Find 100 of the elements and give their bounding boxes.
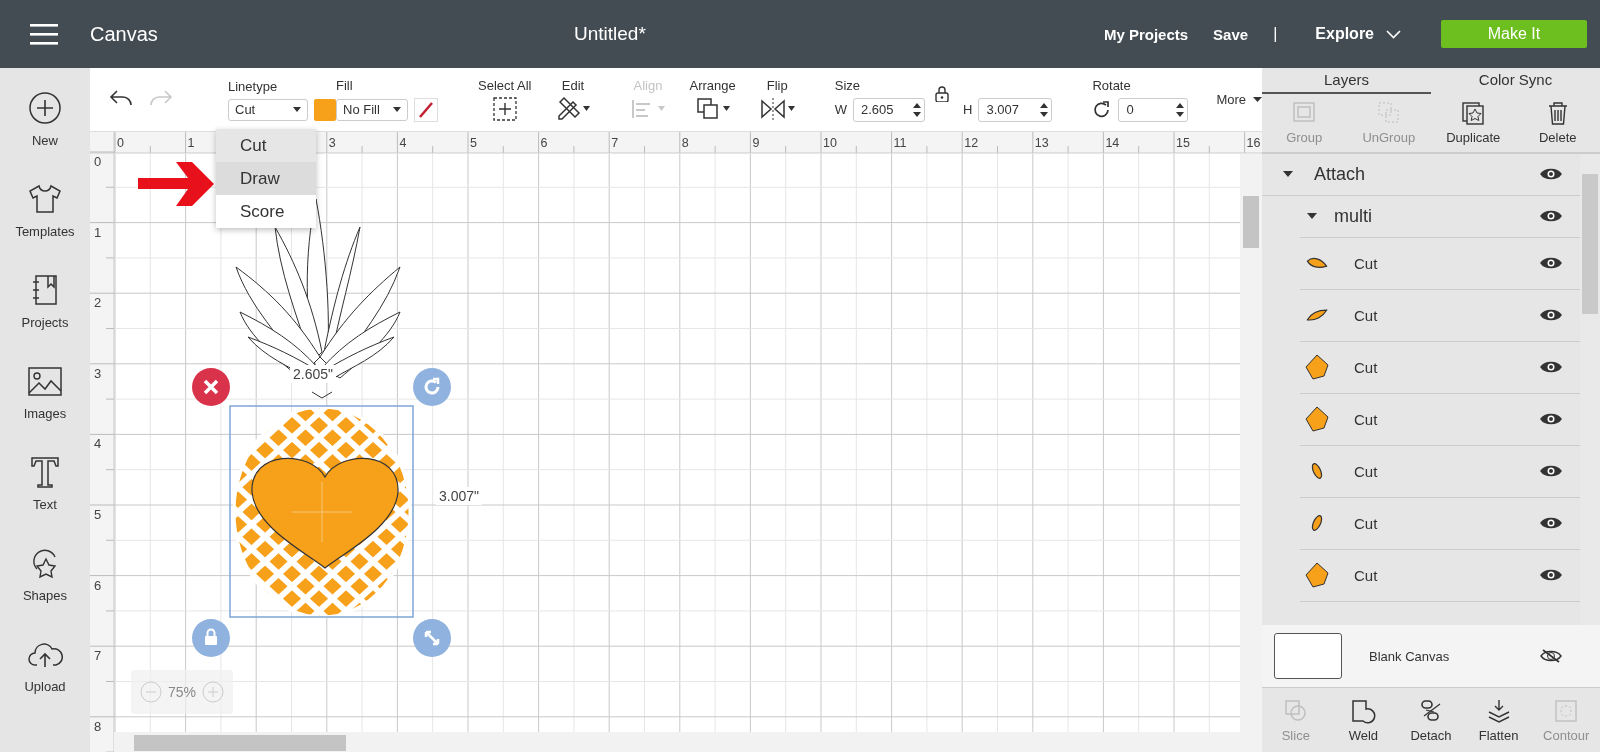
width-field[interactable]: 2.605 [853, 97, 925, 122]
flatten-button[interactable]: Flatten [1464, 688, 1533, 752]
layer-shape-icon [1304, 406, 1330, 433]
shapes-tool-button[interactable]: Shapes [0, 545, 90, 636]
ruler-number: 16 [1246, 136, 1261, 150]
caret-icon [1307, 213, 1317, 220]
ruler-number: 10 [823, 136, 837, 150]
layer-name[interactable]: Cut [1354, 358, 1540, 376]
separator: | [1273, 25, 1278, 43]
zoom-in-button[interactable] [202, 681, 224, 703]
more-menu[interactable]: More [1216, 92, 1263, 107]
vertical-scrollbar[interactable] [1240, 154, 1262, 732]
new-tool-button[interactable]: New [0, 90, 90, 181]
height-label: H [963, 102, 973, 117]
linetype-color-swatch[interactable] [314, 98, 336, 121]
ruler-number: 12 [964, 136, 979, 150]
caret-down-icon [293, 107, 301, 112]
minus-icon [140, 681, 162, 703]
ruler-number: 15 [1176, 136, 1190, 150]
plus-icon [202, 681, 224, 703]
zoom-out-button[interactable] [140, 681, 162, 703]
layer-name[interactable]: multi [1334, 205, 1540, 227]
ruler-number: 11 [893, 136, 907, 150]
caret-down-icon [1253, 97, 1263, 102]
rotate-label: Rotate [1092, 77, 1132, 93]
ruler-number: 8 [94, 718, 102, 734]
ruler-number: 9 [752, 136, 760, 150]
center-crosshair [291, 481, 353, 543]
stepper-icon [913, 102, 921, 117]
width-label: W [834, 102, 847, 117]
ruler-number: 4 [94, 436, 102, 452]
rotate-field[interactable]: 0 [1118, 97, 1189, 122]
linetype-option[interactable]: Score [216, 195, 316, 228]
text-tool-button[interactable]: Text [0, 454, 90, 545]
weld-button[interactable]: Weld [1329, 688, 1398, 752]
layer-name[interactable]: Cut [1354, 514, 1540, 532]
ruler-number: 0 [117, 136, 124, 150]
linetype-option[interactable]: Cut [216, 129, 316, 162]
dimension-caret [311, 391, 333, 399]
layer-name[interactable]: Attach [1314, 163, 1540, 185]
layer-shape-icon [1304, 562, 1330, 589]
layer-name[interactable]: Cut [1354, 410, 1540, 428]
save-link[interactable]: Save [1213, 25, 1249, 43]
delete-handle[interactable] [192, 368, 230, 406]
ruler-number: 6 [94, 577, 102, 593]
canvas-layer-name: Blank Canvas [1369, 648, 1451, 664]
delete-button[interactable]: Delete [1515, 93, 1600, 152]
explore-menu[interactable]: Explore [1315, 25, 1401, 43]
ruler-number: 1 [187, 136, 195, 150]
rotate-handle[interactable] [413, 368, 451, 406]
layer-name[interactable]: Cut [1354, 254, 1540, 272]
select-all-button[interactable]: Select All [478, 77, 532, 122]
layer-name[interactable]: Cut [1354, 462, 1540, 480]
ruler-number: 0 [94, 154, 102, 169]
detach-button[interactable]: Detach [1397, 688, 1465, 752]
projects-link[interactable]: My Projects [1103, 25, 1189, 43]
resize-handle[interactable] [413, 619, 451, 657]
flip-button[interactable]: Flip [759, 77, 795, 122]
ruler-number: 5 [94, 507, 102, 522]
linetype-option[interactable]: Draw [216, 162, 316, 195]
width-dimension: 2.605" [290, 365, 336, 383]
menu-icon [30, 23, 58, 45]
duplicate-button[interactable]: Duplicate [1431, 93, 1516, 152]
ruler-number: 7 [611, 136, 619, 150]
stepper-icon [1176, 102, 1185, 117]
ruler-number: 14 [1105, 136, 1120, 150]
height-dimension: 3.007" [436, 487, 482, 505]
slice-icon [1282, 697, 1309, 724]
arrange-button[interactable]: Arrange [689, 77, 736, 122]
linetype-select[interactable]: Cut [228, 98, 308, 121]
ruler-number: 3 [328, 136, 336, 150]
no-color-swatch-icon [414, 97, 438, 122]
horizontal-scrollbar[interactable] [114, 732, 1262, 752]
select-all-icon [491, 95, 518, 122]
projects-tool-button[interactable]: Projects [0, 272, 90, 363]
templates-tool-button[interactable]: Templates [0, 181, 90, 272]
caret-down-icon [723, 106, 731, 111]
layer-name[interactable]: Cut [1354, 306, 1540, 324]
ruler-number: 4 [399, 136, 407, 150]
duplicate-icon [1460, 100, 1487, 127]
document-title: Untitled* [574, 23, 646, 45]
edit-button[interactable]: Edit [555, 77, 591, 122]
zoom-level: 75% [168, 684, 196, 700]
ruler-number: 1 [94, 224, 102, 240]
layer-shape-icon [1310, 461, 1324, 482]
images-tool-button[interactable]: Images [0, 363, 90, 454]
contour-icon [1553, 697, 1580, 724]
ruler-number: 7 [94, 648, 102, 664]
ruler-number: 8 [681, 136, 689, 150]
height-field[interactable]: 3.007 [978, 97, 1053, 122]
fill-label: Fill [336, 77, 354, 93]
redo-icon [148, 88, 174, 108]
size-label: Size [834, 77, 862, 93]
layer-name[interactable]: Cut [1354, 566, 1540, 584]
layer-shape-icon [1306, 309, 1328, 322]
lock-handle[interactable] [192, 619, 230, 657]
layer-shape-icon [1306, 256, 1328, 271]
upload-tool-button[interactable]: Upload [0, 636, 90, 727]
fill-select[interactable]: No Fill [336, 98, 408, 121]
chevron-down-icon [1386, 29, 1401, 39]
